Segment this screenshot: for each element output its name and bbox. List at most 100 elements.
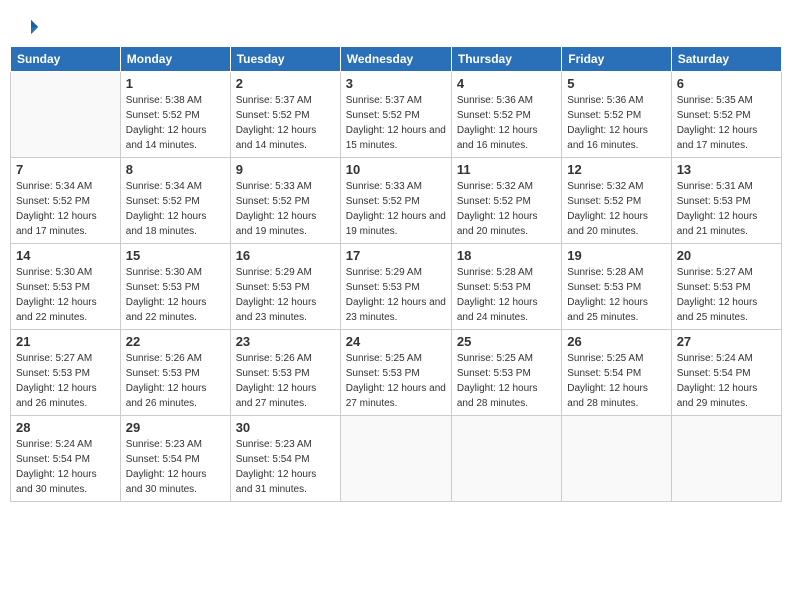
day-info: Sunrise: 5:25 AMSunset: 5:53 PMDaylight:… bbox=[346, 351, 446, 411]
calendar-table: SundayMondayTuesdayWednesdayThursdayFrid… bbox=[10, 46, 782, 502]
logo bbox=[20, 18, 40, 36]
day-number: 15 bbox=[126, 248, 225, 263]
day-number: 30 bbox=[236, 420, 335, 435]
calendar-cell bbox=[451, 416, 561, 502]
day-info: Sunrise: 5:36 AMSunset: 5:52 PMDaylight:… bbox=[567, 93, 665, 153]
day-number: 5 bbox=[567, 76, 665, 91]
calendar-cell: 11 Sunrise: 5:32 AMSunset: 5:52 PMDayligh… bbox=[451, 158, 561, 244]
calendar-cell: 8 Sunrise: 5:34 AMSunset: 5:52 PMDaylight… bbox=[120, 158, 230, 244]
calendar-cell: 16 Sunrise: 5:29 AMSunset: 5:53 PMDayligh… bbox=[230, 244, 340, 330]
calendar-cell: 24 Sunrise: 5:25 AMSunset: 5:53 PMDayligh… bbox=[340, 330, 451, 416]
calendar-week-row: 21 Sunrise: 5:27 AMSunset: 5:53 PMDayligh… bbox=[11, 330, 782, 416]
page-header bbox=[10, 10, 782, 40]
calendar-cell: 17 Sunrise: 5:29 AMSunset: 5:53 PMDayligh… bbox=[340, 244, 451, 330]
day-info: Sunrise: 5:33 AMSunset: 5:52 PMDaylight:… bbox=[236, 179, 335, 239]
day-info: Sunrise: 5:27 AMSunset: 5:53 PMDaylight:… bbox=[677, 265, 776, 325]
weekday-header: Thursday bbox=[451, 47, 561, 72]
calendar-cell bbox=[562, 416, 671, 502]
day-info: Sunrise: 5:27 AMSunset: 5:53 PMDaylight:… bbox=[16, 351, 115, 411]
weekday-header: Monday bbox=[120, 47, 230, 72]
day-number: 14 bbox=[16, 248, 115, 263]
day-number: 28 bbox=[16, 420, 115, 435]
day-info: Sunrise: 5:29 AMSunset: 5:53 PMDaylight:… bbox=[236, 265, 335, 325]
day-number: 1 bbox=[126, 76, 225, 91]
day-number: 29 bbox=[126, 420, 225, 435]
calendar-week-row: 1 Sunrise: 5:38 AMSunset: 5:52 PMDaylight… bbox=[11, 72, 782, 158]
calendar-cell: 21 Sunrise: 5:27 AMSunset: 5:53 PMDayligh… bbox=[11, 330, 121, 416]
day-info: Sunrise: 5:25 AMSunset: 5:54 PMDaylight:… bbox=[567, 351, 665, 411]
weekday-header: Wednesday bbox=[340, 47, 451, 72]
day-info: Sunrise: 5:24 AMSunset: 5:54 PMDaylight:… bbox=[16, 437, 115, 497]
calendar-cell bbox=[671, 416, 781, 502]
weekday-header: Sunday bbox=[11, 47, 121, 72]
calendar-week-row: 7Sunrise: 5:34 AMSunset: 5:52 PMDaylight… bbox=[11, 158, 782, 244]
calendar-cell: 23Sunrise: 5:26 AMSunset: 5:53 PMDayligh… bbox=[230, 330, 340, 416]
day-info: Sunrise: 5:38 AMSunset: 5:52 PMDaylight:… bbox=[126, 93, 225, 153]
weekday-header: Tuesday bbox=[230, 47, 340, 72]
calendar-cell: 5 Sunrise: 5:36 AMSunset: 5:52 PMDaylight… bbox=[562, 72, 671, 158]
calendar-cell: 9 Sunrise: 5:33 AMSunset: 5:52 PMDaylight… bbox=[230, 158, 340, 244]
day-info: Sunrise: 5:33 AMSunset: 5:52 PMDaylight:… bbox=[346, 179, 446, 239]
calendar-cell bbox=[11, 72, 121, 158]
day-number: 19 bbox=[567, 248, 665, 263]
calendar-week-row: 28 Sunrise: 5:24 AMSunset: 5:54 PMDayligh… bbox=[11, 416, 782, 502]
day-number: 6 bbox=[677, 76, 776, 91]
day-number: 18 bbox=[457, 248, 556, 263]
day-info: Sunrise: 5:29 AMSunset: 5:53 PMDaylight:… bbox=[346, 265, 446, 325]
calendar-week-row: 14 Sunrise: 5:30 AMSunset: 5:53 PMDayligh… bbox=[11, 244, 782, 330]
calendar-cell: 12 Sunrise: 5:32 AMSunset: 5:52 PMDayligh… bbox=[562, 158, 671, 244]
calendar-cell: 2 Sunrise: 5:37 AMSunset: 5:52 PMDaylight… bbox=[230, 72, 340, 158]
day-info: Sunrise: 5:26 AMSunset: 5:53 PMDaylight:… bbox=[126, 351, 225, 411]
calendar-cell: 25Sunrise: 5:25 AMSunset: 5:53 PMDayligh… bbox=[451, 330, 561, 416]
day-info: Sunrise: 5:30 AMSunset: 5:53 PMDaylight:… bbox=[126, 265, 225, 325]
calendar-cell: 27 Sunrise: 5:24 AMSunset: 5:54 PMDayligh… bbox=[671, 330, 781, 416]
day-number: 9 bbox=[236, 162, 335, 177]
calendar-cell: 29Sunrise: 5:23 AMSunset: 5:54 PMDayligh… bbox=[120, 416, 230, 502]
day-info: Sunrise: 5:37 AMSunset: 5:52 PMDaylight:… bbox=[236, 93, 335, 153]
day-number: 11 bbox=[457, 162, 556, 177]
day-number: 21 bbox=[16, 334, 115, 349]
day-number: 8 bbox=[126, 162, 225, 177]
calendar-cell: 26Sunrise: 5:25 AMSunset: 5:54 PMDayligh… bbox=[562, 330, 671, 416]
day-number: 3 bbox=[346, 76, 446, 91]
day-number: 23 bbox=[236, 334, 335, 349]
day-info: Sunrise: 5:31 AMSunset: 5:53 PMDaylight:… bbox=[677, 179, 776, 239]
weekday-header: Friday bbox=[562, 47, 671, 72]
day-number: 27 bbox=[677, 334, 776, 349]
day-info: Sunrise: 5:34 AMSunset: 5:52 PMDaylight:… bbox=[16, 179, 115, 239]
calendar-cell: 14Sunrise: 5:30 AMSunset: 5:53 PMDayligh… bbox=[11, 244, 121, 330]
day-number: 16 bbox=[236, 248, 335, 263]
calendar-cell: 22 Sunrise: 5:26 AMSunset: 5:53 PMDayligh… bbox=[120, 330, 230, 416]
day-info: Sunrise: 5:28 AMSunset: 5:53 PMDaylight:… bbox=[567, 265, 665, 325]
logo-icon bbox=[22, 18, 40, 36]
calendar-cell: 3Sunrise: 5:37 AMSunset: 5:52 PMDaylight… bbox=[340, 72, 451, 158]
day-info: Sunrise: 5:25 AMSunset: 5:53 PMDaylight:… bbox=[457, 351, 556, 411]
day-number: 24 bbox=[346, 334, 446, 349]
day-info: Sunrise: 5:34 AMSunset: 5:52 PMDaylight:… bbox=[126, 179, 225, 239]
calendar-cell: 20Sunrise: 5:27 AMSunset: 5:53 PMDayligh… bbox=[671, 244, 781, 330]
calendar-cell: 30 Sunrise: 5:23 AMSunset: 5:54 PMDayligh… bbox=[230, 416, 340, 502]
day-info: Sunrise: 5:23 AMSunset: 5:54 PMDaylight:… bbox=[236, 437, 335, 497]
calendar-header-row: SundayMondayTuesdayWednesdayThursdayFrid… bbox=[11, 47, 782, 72]
day-info: Sunrise: 5:28 AMSunset: 5:53 PMDaylight:… bbox=[457, 265, 556, 325]
day-info: Sunrise: 5:32 AMSunset: 5:52 PMDaylight:… bbox=[457, 179, 556, 239]
calendar-cell: 19 Sunrise: 5:28 AMSunset: 5:53 PMDayligh… bbox=[562, 244, 671, 330]
calendar-cell: 18 Sunrise: 5:28 AMSunset: 5:53 PMDayligh… bbox=[451, 244, 561, 330]
day-info: Sunrise: 5:36 AMSunset: 5:52 PMDaylight:… bbox=[457, 93, 556, 153]
day-number: 4 bbox=[457, 76, 556, 91]
day-number: 17 bbox=[346, 248, 446, 263]
calendar-cell: 1 Sunrise: 5:38 AMSunset: 5:52 PMDaylight… bbox=[120, 72, 230, 158]
calendar-cell: 7Sunrise: 5:34 AMSunset: 5:52 PMDaylight… bbox=[11, 158, 121, 244]
day-info: Sunrise: 5:32 AMSunset: 5:52 PMDaylight:… bbox=[567, 179, 665, 239]
day-number: 22 bbox=[126, 334, 225, 349]
calendar-cell: 15 Sunrise: 5:30 AMSunset: 5:53 PMDayligh… bbox=[120, 244, 230, 330]
calendar-cell: 6Sunrise: 5:35 AMSunset: 5:52 PMDaylight… bbox=[671, 72, 781, 158]
calendar-cell: 13 Sunrise: 5:31 AMSunset: 5:53 PMDayligh… bbox=[671, 158, 781, 244]
day-number: 10 bbox=[346, 162, 446, 177]
day-number: 12 bbox=[567, 162, 665, 177]
day-number: 2 bbox=[236, 76, 335, 91]
day-number: 13 bbox=[677, 162, 776, 177]
day-info: Sunrise: 5:24 AMSunset: 5:54 PMDaylight:… bbox=[677, 351, 776, 411]
calendar-cell: 28 Sunrise: 5:24 AMSunset: 5:54 PMDayligh… bbox=[11, 416, 121, 502]
calendar-cell: 10 Sunrise: 5:33 AMSunset: 5:52 PMDayligh… bbox=[340, 158, 451, 244]
